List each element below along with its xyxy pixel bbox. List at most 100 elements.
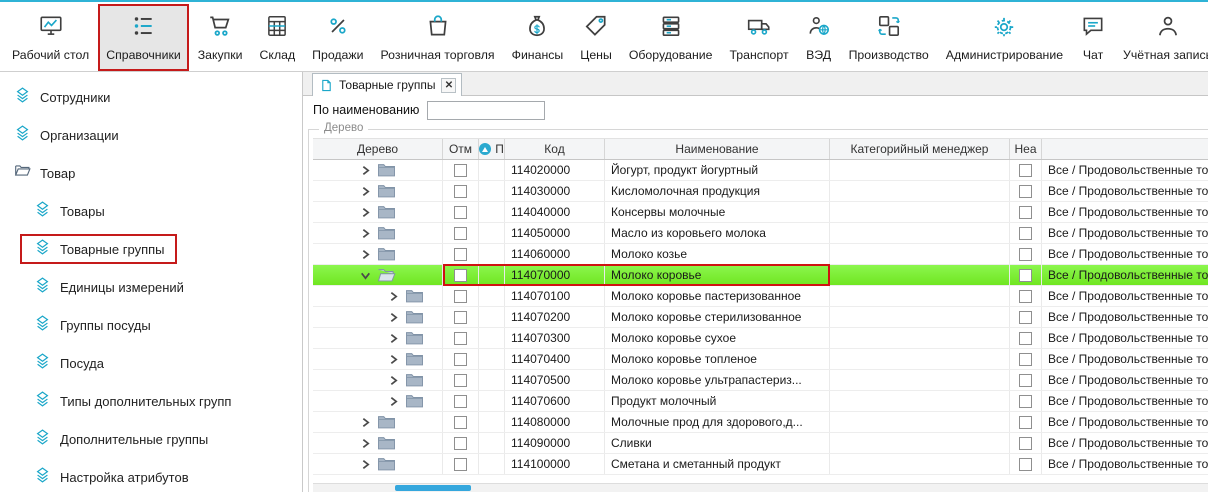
chevron-right-icon[interactable] (387, 311, 400, 324)
column-header-p[interactable]: П (479, 139, 505, 159)
mark-checkbox[interactable] (454, 248, 467, 261)
chevron-right-icon[interactable] (387, 290, 400, 303)
mark-checkbox[interactable] (454, 353, 467, 366)
tree-row-114070500[interactable]: 114070500Молоко коровье ультрапастериз..… (313, 370, 1208, 391)
tree-row-114080000[interactable]: 114080000Молочные прод для здорового,д..… (313, 412, 1208, 433)
tree-row-114050000[interactable]: 114050000Масло из коровьего молокаВсе / … (313, 223, 1208, 244)
inactive-checkbox[interactable] (1019, 227, 1032, 240)
inactive-checkbox[interactable] (1019, 269, 1032, 282)
tree-row-114070000[interactable]: 114070000Молоко коровьеВсе / Продовольст… (313, 265, 1208, 286)
inactive-checkbox[interactable] (1019, 248, 1032, 261)
mark-checkbox[interactable] (454, 164, 467, 177)
mark-checkbox[interactable] (454, 458, 467, 471)
inactive-checkbox[interactable] (1019, 416, 1032, 429)
mark-checkbox[interactable] (454, 269, 467, 282)
column-header-otm[interactable]: Отм (443, 139, 479, 159)
toolbar-item-account[interactable]: Учётная запись (1115, 4, 1208, 71)
toolbar-item-purchases[interactable]: Закупки (190, 4, 251, 71)
tree-row-114100000[interactable]: 114100000Сметана и сметанный продуктВсе … (313, 454, 1208, 475)
sidebar-item-organizations[interactable]: Организации (0, 120, 131, 150)
toolbar-item-production[interactable]: Производство (841, 4, 937, 71)
toolbar-item-directories[interactable]: Справочники (98, 4, 189, 71)
toolbar-item-desktop[interactable]: Рабочий стол (4, 4, 97, 71)
horizontal-scrollbar[interactable] (313, 483, 1208, 492)
mark-checkbox[interactable] (454, 311, 467, 324)
tree-row-114040000[interactable]: 114040000Консервы молочныеВсе / Продовол… (313, 202, 1208, 223)
mark-checkbox[interactable] (454, 332, 467, 345)
column-header-code[interactable]: Код (505, 139, 605, 159)
toolbar-item-equipment[interactable]: Оборудование (621, 4, 721, 71)
chevron-right-icon[interactable] (359, 437, 372, 450)
toolbar-item-chat[interactable]: Чат (1072, 4, 1114, 71)
tree-row-114020000[interactable]: 114020000Йогурт, продукт йогуртныйВсе / … (313, 160, 1208, 181)
tree-row-114030000[interactable]: 114030000Кисломолочная продукцияВсе / Пр… (313, 181, 1208, 202)
inactive-checkbox[interactable] (1019, 395, 1032, 408)
sidebar-item-product-groups[interactable]: Товарные группы (20, 234, 177, 264)
inactive-checkbox[interactable] (1019, 290, 1032, 303)
inactive-checkbox[interactable] (1019, 437, 1032, 450)
mark-checkbox[interactable] (454, 206, 467, 219)
chevron-down-icon[interactable] (359, 269, 372, 282)
sidebar-item-dishware-groups[interactable]: Группы посуды (20, 310, 163, 340)
tree-row-114070100[interactable]: 114070100Молоко коровье пастеризованноеВ… (313, 286, 1208, 307)
toolbar-item-transport[interactable]: Транспорт (721, 4, 796, 71)
sidebar-item-attribute-settings[interactable]: Настройка атрибутов (20, 462, 201, 492)
inactive-checkbox[interactable] (1019, 164, 1032, 177)
inactive-checkbox[interactable] (1019, 353, 1032, 366)
sidebar-item-additional-groups[interactable]: Дополнительные группы (20, 424, 220, 454)
chevron-right-icon[interactable] (387, 353, 400, 366)
chevron-right-icon[interactable] (359, 416, 372, 429)
inactive-checkbox[interactable] (1019, 458, 1032, 471)
cell-path: Все / Продовольственные товар (1042, 412, 1208, 432)
mark-checkbox[interactable] (454, 416, 467, 429)
column-header-path[interactable] (1042, 139, 1208, 159)
chevron-right-icon[interactable] (359, 164, 372, 177)
tree-row-114070600[interactable]: 114070600Продукт молочныйВсе / Продоволь… (313, 391, 1208, 412)
tree-row-114060000[interactable]: 114060000Молоко козьеВсе / Продовольстве… (313, 244, 1208, 265)
inactive-checkbox[interactable] (1019, 311, 1032, 324)
sidebar-item-product[interactable]: Товар (0, 158, 87, 188)
mark-checkbox[interactable] (454, 395, 467, 408)
toolbar-item-warehouse[interactable]: Склад (252, 4, 304, 71)
column-header-name[interactable]: Наименование (605, 139, 830, 159)
mark-checkbox[interactable] (454, 185, 467, 198)
chevron-right-icon[interactable] (359, 458, 372, 471)
sidebar-item-additional-group-types[interactable]: Типы дополнительных групп (20, 386, 243, 416)
toolbar-item-prices[interactable]: Цены (572, 4, 620, 71)
inactive-checkbox[interactable] (1019, 332, 1032, 345)
chevron-right-icon[interactable] (359, 227, 372, 240)
column-header-tree[interactable]: Дерево (313, 139, 443, 159)
chevron-right-icon[interactable] (359, 248, 372, 261)
chevron-right-icon[interactable] (387, 395, 400, 408)
tab-product-groups[interactable]: Товарные группы ✕ (312, 73, 462, 96)
chevron-right-icon[interactable] (387, 374, 400, 387)
toolbar-item-retail[interactable]: Розничная торговля (373, 4, 503, 71)
tree-row-114070200[interactable]: 114070200Молоко коровье стерилизованноеВ… (313, 307, 1208, 328)
chevron-right-icon[interactable] (359, 206, 372, 219)
sidebar-item-employees[interactable]: Сотрудники (0, 82, 122, 112)
inactive-checkbox[interactable] (1019, 185, 1032, 198)
inactive-checkbox[interactable] (1019, 206, 1032, 219)
sidebar-item-measurement-units[interactable]: Единицы измерений (20, 272, 196, 302)
mark-checkbox[interactable] (454, 290, 467, 303)
chevron-right-icon[interactable] (387, 332, 400, 345)
tree-row-114070300[interactable]: 114070300Молоко коровье сухоеВсе / Продо… (313, 328, 1208, 349)
scrollbar-thumb[interactable] (395, 485, 471, 491)
toolbar-item-administration[interactable]: Администрирование (938, 4, 1071, 71)
sidebar-item-dishware[interactable]: Посуда (20, 348, 116, 378)
mark-checkbox[interactable] (454, 374, 467, 387)
column-header-inactive[interactable]: Неа (1010, 139, 1042, 159)
toolbar-item-sales[interactable]: Продажи (304, 4, 371, 71)
toolbar-item-finance[interactable]: Финансы (504, 4, 572, 71)
inactive-checkbox[interactable] (1019, 374, 1032, 387)
name-filter-input[interactable] (427, 101, 545, 120)
tree-row-114070400[interactable]: 114070400Молоко коровье топленоеВсе / Пр… (313, 349, 1208, 370)
toolbar-item-foreign-trade[interactable]: ВЭД (798, 4, 840, 71)
tab-close-icon[interactable]: ✕ (441, 78, 456, 93)
sidebar-item-products[interactable]: Товары (20, 196, 117, 226)
tree-row-114090000[interactable]: 114090000СливкиВсе / Продовольственные т… (313, 433, 1208, 454)
chevron-right-icon[interactable] (359, 185, 372, 198)
column-header-manager[interactable]: Категорийный менеджер (830, 139, 1010, 159)
mark-checkbox[interactable] (454, 227, 467, 240)
mark-checkbox[interactable] (454, 437, 467, 450)
